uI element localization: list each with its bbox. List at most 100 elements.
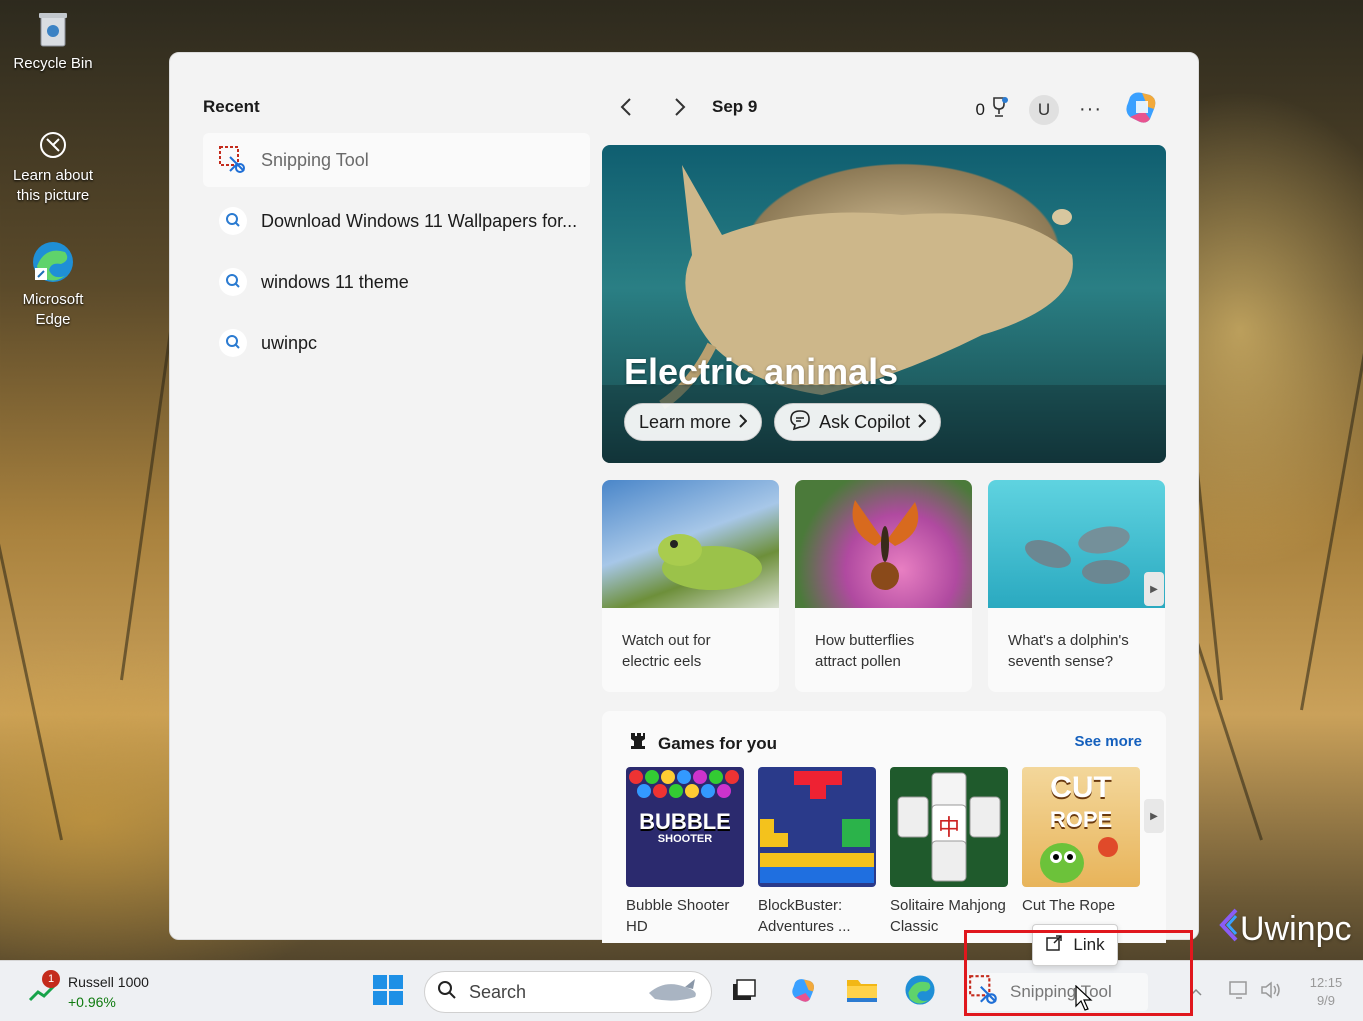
brand-text: Uwinpc xyxy=(1240,910,1352,948)
start-button[interactable] xyxy=(368,973,408,1011)
learn-more-label: Learn more xyxy=(639,411,732,432)
dolphin-image xyxy=(988,480,1165,608)
search-icon xyxy=(217,266,249,298)
learn-more-button[interactable]: Learn more xyxy=(624,403,763,441)
ask-copilot-button[interactable]: Ask Copilot xyxy=(774,403,942,441)
search-icon xyxy=(217,205,249,237)
copilot-icon[interactable] xyxy=(1122,87,1162,132)
brand-watermark: Uwinpc xyxy=(1218,908,1351,951)
desktop-icon-label: Microsoft Edge xyxy=(22,291,84,328)
recent-item-search[interactable]: uwinpc xyxy=(203,316,590,370)
search-highlight-icon xyxy=(645,975,703,1010)
edge-taskbar-button[interactable] xyxy=(900,973,940,1011)
task-view-icon xyxy=(731,978,757,1007)
hero-title: Electric animals xyxy=(624,351,899,392)
game-art-subtitle: ROPE xyxy=(1049,807,1113,832)
avatar[interactable]: U xyxy=(1029,94,1060,125)
recent-item-snipping-tool[interactable]: Snipping Tool xyxy=(203,133,590,187)
recent-heading: Recent xyxy=(203,97,260,116)
game-name: Bubble Shooter HD xyxy=(626,897,730,935)
search-panel: Recent Snipping Tool Download Windows 11… xyxy=(169,52,1199,943)
game-art-subtitle: SHOOTER xyxy=(657,833,713,845)
game-art: BUBBLE SHOOTER xyxy=(626,767,744,887)
chevron-left-icon[interactable] xyxy=(610,91,642,123)
games-title: Games for you xyxy=(658,733,778,753)
widget-title: Russell 1000 xyxy=(68,974,149,990)
cards-scroll-right-button[interactable]: ▶ xyxy=(1144,572,1164,606)
task-view-button[interactable] xyxy=(724,973,764,1011)
desktop-icon-label: Learn about this picture xyxy=(12,167,94,204)
desktop-icon-edge[interactable]: Microsoft Edge xyxy=(7,240,99,330)
camera-aperture-icon xyxy=(7,130,99,160)
game-tile[interactable]: BlockBuster: Adventures ... xyxy=(758,767,876,937)
file-explorer-button[interactable] xyxy=(842,973,882,1011)
windows-logo-icon xyxy=(372,974,404,1011)
story-card[interactable]: Watch out for electric eels xyxy=(602,480,779,692)
story-caption: How butterflies attract pollen xyxy=(815,632,915,670)
see-more-link[interactable]: See more xyxy=(1074,733,1142,750)
recent-item-label: Snipping Tool xyxy=(261,149,369,170)
edge-icon xyxy=(904,974,936,1011)
story-card[interactable]: What's a dolphin's seventh sense? xyxy=(988,480,1165,692)
clock-time: 12:15 xyxy=(1309,975,1343,990)
game-art: 中 xyxy=(890,767,1008,887)
story-caption: What's a dolphin's seventh sense? xyxy=(1008,632,1129,670)
recent-item-label: Download Windows 11 Wallpapers for... xyxy=(261,210,578,231)
snipping-tool-icon xyxy=(217,144,249,176)
search-placeholder: Search xyxy=(469,981,527,1002)
game-art xyxy=(758,767,876,887)
widgets-button[interactable]: 1 Russell 1000 +0.96% xyxy=(28,969,168,1015)
game-tile[interactable]: CUT ROPE Cut The Rope xyxy=(1022,767,1140,937)
points-value: 0 xyxy=(975,99,986,119)
desktop-icon-label: Recycle Bin xyxy=(13,55,93,72)
taskbar-search[interactable]: Search xyxy=(424,971,712,1013)
eel-image xyxy=(602,480,779,608)
desktop-icon-recycle-bin[interactable]: Recycle Bin xyxy=(7,10,99,74)
story-caption: Watch out for electric eels xyxy=(622,632,711,670)
more-options-button[interactable]: ··· xyxy=(1079,98,1102,121)
header-actions: 0 U ··· xyxy=(976,87,1162,132)
story-card[interactable]: How butterflies attract pollen xyxy=(795,480,972,692)
caret-right-icon: ▶ xyxy=(1150,583,1158,595)
hero-card[interactable]: Electric animals Learn more Ask Copilot xyxy=(602,145,1166,463)
game-name: BlockBuster: Adventures ... xyxy=(758,897,851,935)
game-tile[interactable]: 中 Solitaire Mahjong Classic xyxy=(890,767,1008,937)
search-icon xyxy=(217,327,249,359)
copilot-icon xyxy=(789,975,819,1010)
mouse-cursor-icon xyxy=(1075,984,1093,1016)
games-section: Games for you See more BUBBLE SHOOTER Bu… xyxy=(602,711,1166,943)
game-art: CUT ROPE xyxy=(1022,767,1140,887)
chevron-right-icon xyxy=(739,412,748,433)
recycle-bin-icon xyxy=(7,10,99,48)
date-nav: Sep 9 xyxy=(610,91,757,123)
folder-icon xyxy=(846,976,878,1009)
story-cards: Watch out for electric eels How butterfl… xyxy=(602,480,1166,692)
recent-item-label: uwinpc xyxy=(261,332,318,353)
copilot-taskbar-button[interactable] xyxy=(784,973,824,1011)
recent-item-search[interactable]: Download Windows 11 Wallpapers for... xyxy=(203,194,590,248)
edge-icon xyxy=(7,240,99,284)
recent-item-search[interactable]: windows 11 theme xyxy=(203,255,590,309)
chevron-right-icon[interactable] xyxy=(664,91,696,123)
svg-text:中: 中 xyxy=(938,816,960,841)
uwinpc-logo-icon xyxy=(1218,908,1238,951)
game-art-title: CUT xyxy=(1050,771,1112,804)
notification-badge: 1 xyxy=(42,970,60,988)
recent-item-label: windows 11 theme xyxy=(261,271,409,292)
search-icon xyxy=(437,980,457,1005)
games-scroll-right-button[interactable]: ▶ xyxy=(1144,799,1164,833)
current-date: Sep 9 xyxy=(712,97,758,116)
rewards-points[interactable]: 0 xyxy=(976,96,1009,123)
game-tile[interactable]: BUBBLE SHOOTER Bubble Shooter HD xyxy=(626,767,744,937)
butterfly-image xyxy=(795,480,972,608)
chat-bubble-icon xyxy=(789,409,811,436)
system-tray[interactable] xyxy=(1222,973,1288,1011)
clock-date: 9/9 xyxy=(1316,993,1336,1008)
desktop-icon-learn-about-picture[interactable]: Learn about this picture xyxy=(7,130,99,206)
ask-copilot-label: Ask Copilot xyxy=(819,411,911,432)
volume-icon xyxy=(1260,980,1282,1005)
chess-rook-icon xyxy=(628,731,648,756)
widget-change: +0.96% xyxy=(68,994,116,1010)
trophy-icon xyxy=(989,96,1009,123)
clock[interactable]: 12:15 9/9 xyxy=(1296,973,1356,1011)
